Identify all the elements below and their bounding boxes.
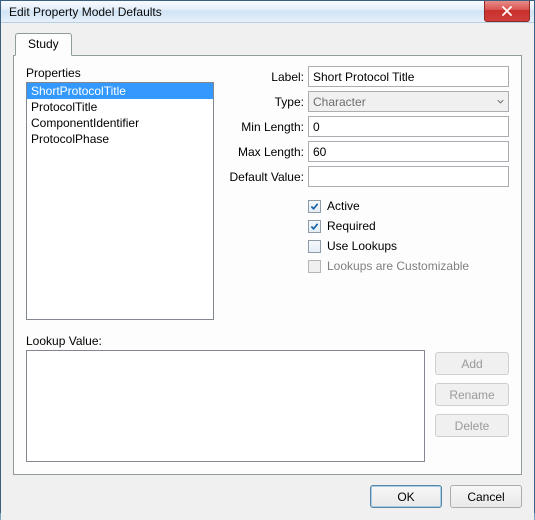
type-label: Type: xyxy=(226,95,308,109)
delete-button[interactable]: Delete xyxy=(435,414,509,437)
lookupvalue-header: Lookup Value: xyxy=(26,334,509,348)
check-icon xyxy=(310,222,319,231)
required-checkbox[interactable] xyxy=(308,220,321,233)
dialog-buttons: OK Cancel xyxy=(13,475,522,508)
tab-study[interactable]: Study xyxy=(15,33,72,56)
list-item[interactable]: ProtocolTitle xyxy=(27,99,213,115)
defaultvalue-input[interactable] xyxy=(308,166,509,187)
tab-label: Study xyxy=(28,37,59,51)
maxlength-label: Max Length: xyxy=(226,145,308,159)
required-label: Required xyxy=(327,219,376,233)
rename-button[interactable]: Rename xyxy=(435,383,509,406)
minlength-label: Min Length: xyxy=(226,120,308,134)
dialog-window: Edit Property Model Defaults Study Prope… xyxy=(0,0,535,513)
cancel-button[interactable]: Cancel xyxy=(450,485,522,508)
type-combobox[interactable]: Character xyxy=(308,91,509,112)
active-checkbox[interactable] xyxy=(308,200,321,213)
window-title: Edit Property Model Defaults xyxy=(9,5,162,19)
customizable-checkbox xyxy=(308,260,321,273)
add-button[interactable]: Add xyxy=(435,352,509,375)
list-item[interactable]: ShortProtocolTitle xyxy=(27,83,213,99)
maxlength-input[interactable] xyxy=(308,141,509,162)
close-icon xyxy=(502,6,512,16)
client-area: Study Properties ShortProtocolTitle Prot… xyxy=(1,23,534,520)
label-label: Label: xyxy=(226,70,308,84)
check-icon xyxy=(310,202,319,211)
uselookups-checkbox[interactable] xyxy=(308,240,321,253)
uselookups-label: Use Lookups xyxy=(327,239,397,253)
active-label: Active xyxy=(327,199,360,213)
lookupvalue-listbox[interactable] xyxy=(26,350,425,462)
properties-header: Properties xyxy=(26,66,214,80)
defaultvalue-label: Default Value: xyxy=(226,170,308,184)
titlebar[interactable]: Edit Property Model Defaults xyxy=(1,1,534,23)
ok-button[interactable]: OK xyxy=(370,485,442,508)
close-button[interactable] xyxy=(484,1,530,22)
required-checkbox-row[interactable]: Required xyxy=(308,219,509,233)
tabpage-study: Properties ShortProtocolTitle ProtocolTi… xyxy=(13,55,522,475)
label-input[interactable] xyxy=(308,66,509,87)
list-item[interactable]: ProtocolPhase xyxy=(27,131,213,147)
chevron-down-icon xyxy=(497,98,504,105)
minlength-input[interactable] xyxy=(308,116,509,137)
uselookups-checkbox-row[interactable]: Use Lookups xyxy=(308,239,509,253)
customizable-label: Lookups are Customizable xyxy=(327,259,469,273)
tabstrip: Study xyxy=(13,33,522,55)
list-item[interactable]: ComponentIdentifier xyxy=(27,115,213,131)
type-value: Character xyxy=(313,95,366,109)
properties-listbox[interactable]: ShortProtocolTitle ProtocolTitle Compone… xyxy=(26,82,214,320)
active-checkbox-row[interactable]: Active xyxy=(308,199,509,213)
customizable-checkbox-row: Lookups are Customizable xyxy=(308,259,509,273)
